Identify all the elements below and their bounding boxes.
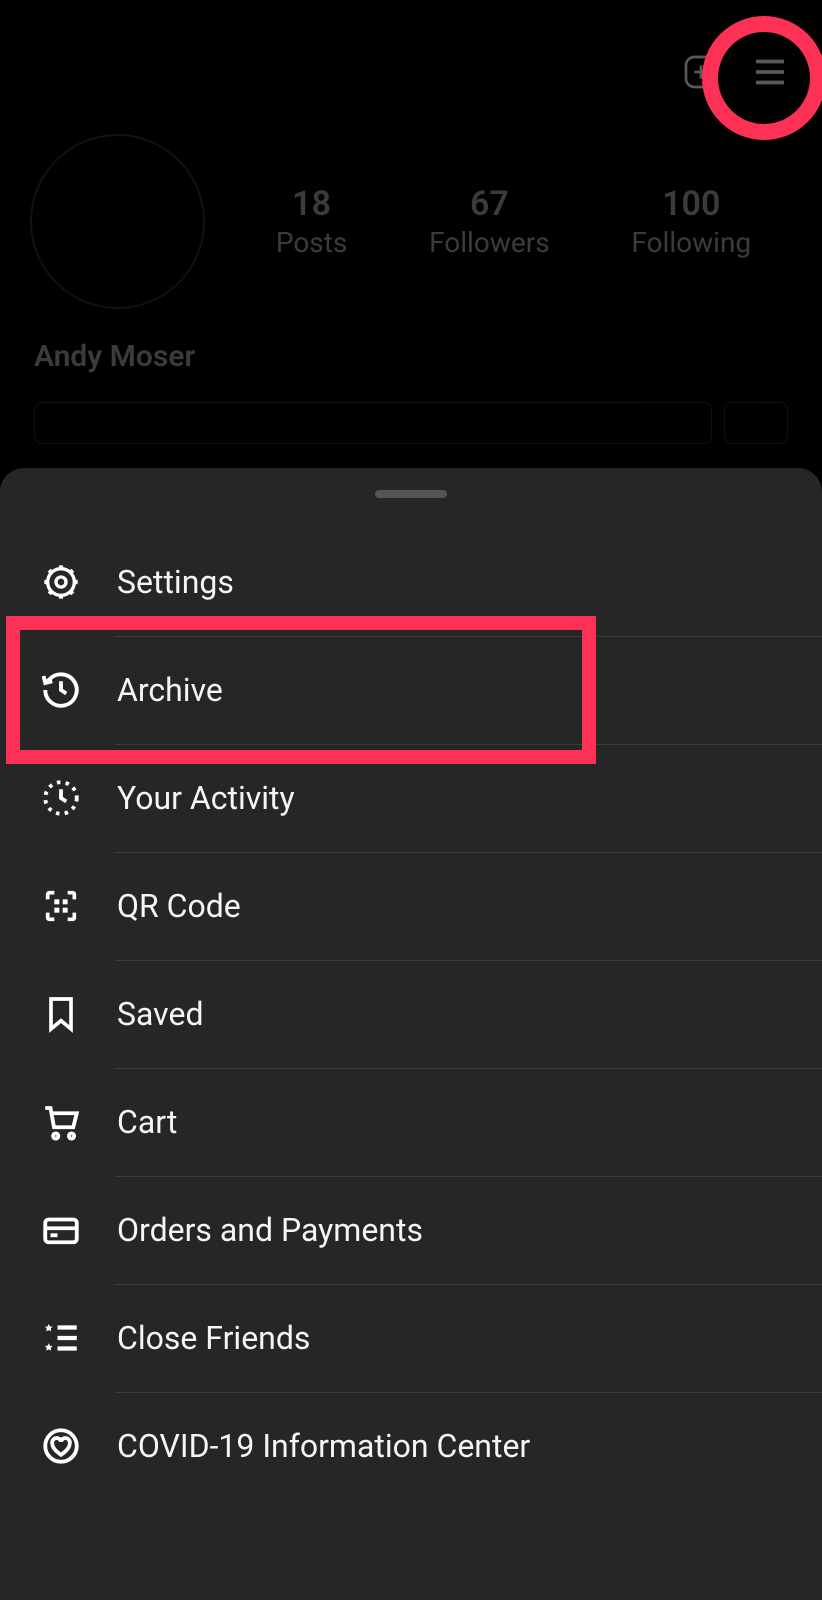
profile-header: 18 Posts 67 Followers 100 Following (0, 114, 822, 329)
heart-badge-icon (38, 1424, 83, 1469)
menu-label-covid: COVID-19 Information Center (117, 1427, 530, 1465)
menu-item-cart[interactable]: Cart (0, 1068, 822, 1176)
menu-item-qrcode[interactable]: QR Code (0, 852, 822, 960)
menu-label-activity: Your Activity (117, 779, 295, 817)
menu-item-settings[interactable]: Settings (0, 528, 822, 636)
stat-following-count: 100 (631, 184, 751, 224)
menu-list: Settings Archive Your Activity (0, 528, 822, 1500)
menu-label-orders: Orders and Payments (117, 1211, 423, 1249)
menu-bottom-sheet: Settings Archive Your Activity (0, 468, 822, 1600)
qr-icon (38, 884, 83, 929)
avatar[interactable] (30, 134, 205, 309)
stat-following[interactable]: 100 Following (631, 184, 751, 259)
menu-item-archive[interactable]: Archive (0, 636, 822, 744)
top-bar (0, 0, 822, 114)
star-list-icon (38, 1316, 83, 1361)
profile-display-name: Andy Moser (0, 329, 822, 384)
card-icon (38, 1208, 83, 1253)
menu-label-archive: Archive (117, 671, 223, 709)
activity-clock-icon (38, 776, 83, 821)
menu-label-settings: Settings (117, 563, 234, 601)
menu-label-close-friends: Close Friends (117, 1319, 310, 1357)
menu-label-qrcode: QR Code (117, 887, 241, 925)
cart-icon (38, 1100, 83, 1145)
gear-icon (38, 560, 83, 605)
stat-posts-label: Posts (276, 226, 348, 259)
menu-item-covid[interactable]: COVID-19 Information Center (0, 1392, 822, 1500)
stat-posts[interactable]: 18 Posts (276, 184, 348, 259)
profile-stats: 18 Posts 67 Followers 100 Following (235, 184, 792, 259)
stat-posts-count: 18 (276, 184, 348, 224)
bookmark-icon (38, 992, 83, 1037)
stat-following-label: Following (631, 226, 751, 259)
menu-item-saved[interactable]: Saved (0, 960, 822, 1068)
profile-action-row (0, 384, 822, 462)
discover-people-button[interactable] (724, 402, 788, 444)
menu-label-saved: Saved (117, 995, 203, 1033)
stat-followers-count: 67 (429, 184, 550, 224)
menu-item-activity[interactable]: Your Activity (0, 744, 822, 852)
edit-profile-button[interactable] (34, 402, 712, 444)
stat-followers[interactable]: 67 Followers (429, 184, 550, 259)
history-icon (38, 668, 83, 713)
annotation-circle-hamburger (702, 16, 822, 140)
menu-label-cart: Cart (117, 1103, 177, 1141)
menu-item-orders[interactable]: Orders and Payments (0, 1176, 822, 1284)
menu-item-close-friends[interactable]: Close Friends (0, 1284, 822, 1392)
stat-followers-label: Followers (429, 226, 550, 259)
sheet-drag-handle[interactable] (375, 490, 447, 498)
